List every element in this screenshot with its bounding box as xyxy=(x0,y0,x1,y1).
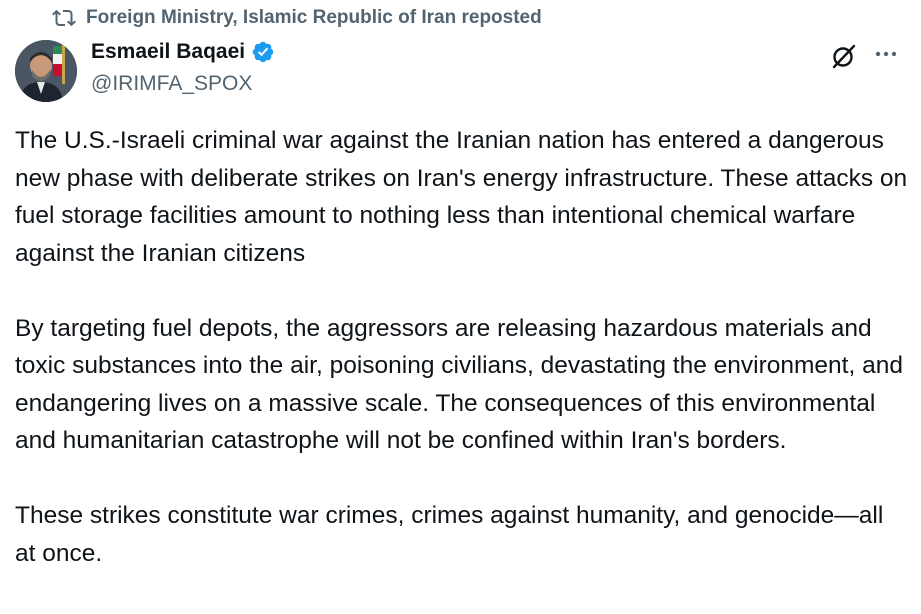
repost-icon xyxy=(52,6,76,30)
author-handle[interactable]: @IRIMFA_SPOX xyxy=(91,72,252,96)
repost-header[interactable]: Foreign Ministry, Islamic Republic of Ir… xyxy=(52,6,542,30)
repost-text: Foreign Ministry, Islamic Republic of Ir… xyxy=(86,7,542,28)
author-name-row[interactable]: Esmaeil Baqaei xyxy=(91,40,275,64)
author-name[interactable]: Esmaeil Baqaei xyxy=(91,40,245,64)
post-paragraph: These strikes constitute war crimes, cri… xyxy=(15,502,884,567)
verified-badge-icon[interactable] xyxy=(251,40,275,64)
post-paragraph: By targeting fuel depots, the aggressors… xyxy=(15,314,903,455)
grok-icon[interactable] xyxy=(830,42,858,70)
more-options-icon[interactable] xyxy=(872,40,900,68)
avatar[interactable] xyxy=(15,40,77,102)
post-paragraph: The U.S.-Israeli criminal war against th… xyxy=(15,127,908,267)
post-body: The U.S.-Israeli criminal war against th… xyxy=(15,122,910,610)
